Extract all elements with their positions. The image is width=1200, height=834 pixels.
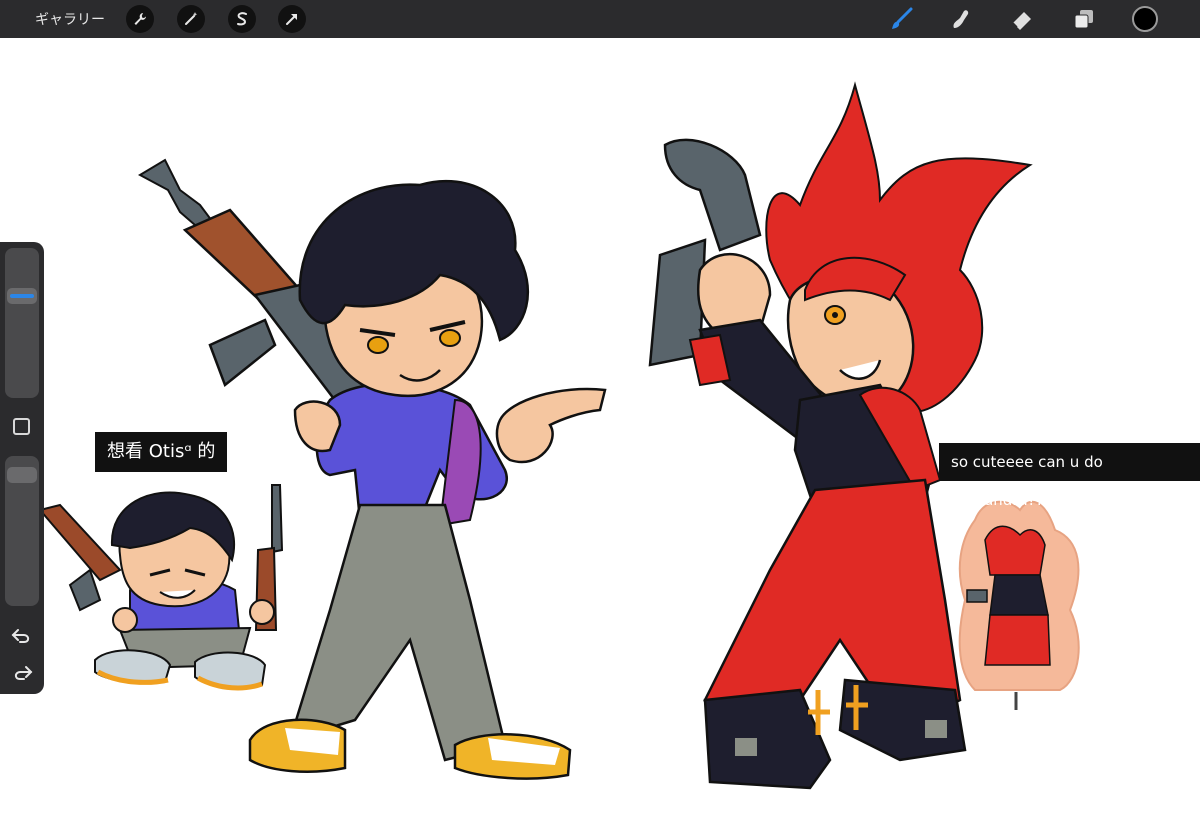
comment-caption-right: so cuteeee can u do cassandra?? — [939, 443, 1200, 509]
wrench-icon[interactable] — [126, 5, 154, 33]
cassandra-reference-sticker — [958, 500, 1080, 710]
magic-wand-icon[interactable] — [177, 5, 205, 33]
brush-icon[interactable] — [888, 5, 916, 33]
eraser-icon[interactable] — [1008, 5, 1036, 33]
brush-size-indicator — [10, 294, 34, 299]
redo-icon[interactable] — [10, 663, 34, 683]
transform-arrow-icon[interactable] — [278, 5, 306, 33]
modify-square-icon[interactable] — [13, 418, 30, 435]
opacity-thumb[interactable] — [7, 466, 37, 483]
chibi-sticker-left — [38, 484, 284, 691]
smudge-icon[interactable] — [947, 5, 975, 33]
gallery-button[interactable]: ギャラリー — [35, 9, 105, 29]
comment-caption-left: 想看 Otisᵅ 的 — [95, 432, 228, 472]
layers-icon[interactable] — [1070, 5, 1098, 33]
selection-icon[interactable] — [228, 5, 256, 33]
top-toolbar: ギャラリー — [0, 0, 1200, 38]
color-swatch[interactable] — [1132, 6, 1158, 32]
drawing-canvas[interactable]: 想看 Otisᵅ 的 so cuteeee can u do cassandra… — [0, 38, 1200, 834]
brush-size-slider[interactable] — [5, 248, 39, 398]
undo-icon[interactable] — [10, 626, 34, 646]
left-sidebar — [0, 242, 44, 694]
